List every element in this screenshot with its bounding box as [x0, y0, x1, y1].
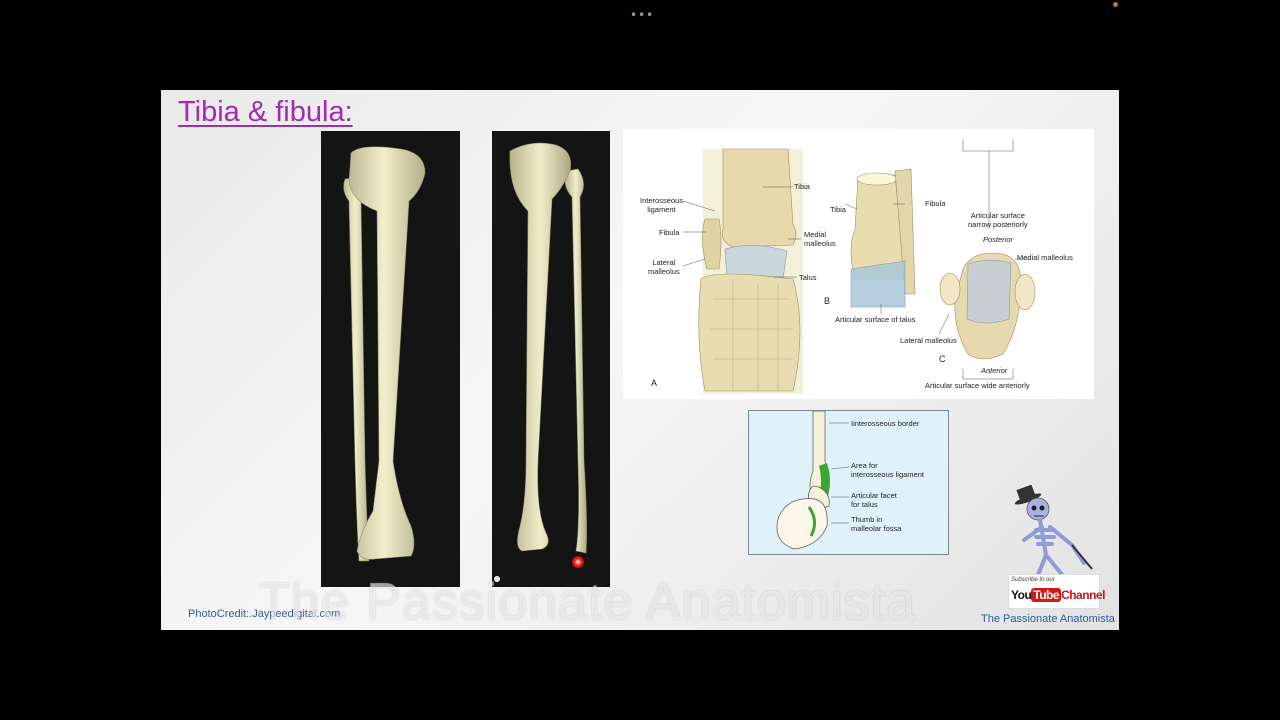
fibula-illustration: [776, 411, 850, 550]
label-lateral-malleolus-c: Lateral malleolus: [900, 336, 957, 345]
laser-pointer: [572, 556, 584, 568]
panel-label-a: A: [651, 378, 658, 388]
label-interosseous-ligament: Interosseous ligament: [640, 196, 683, 214]
youtube-tube: Tube: [1031, 588, 1062, 602]
ankle-illustration: [682, 139, 1036, 394]
status-dot: [1113, 2, 1118, 7]
subscribe-badge[interactable]: Subscribe to our You Tube Channel: [1008, 574, 1105, 609]
panel-label-c: C: [939, 354, 946, 364]
label-interosseous-border: Iinterosseous border: [851, 419, 920, 428]
label-tibia-b: Tibia: [830, 205, 846, 214]
label-articular-wide: Articular surface wide anteriorly: [925, 381, 1030, 390]
label-anterior: Anterior: [981, 366, 1008, 375]
more-options-icon[interactable]: •••: [630, 8, 654, 22]
youtube-you: You: [1011, 588, 1032, 602]
subscribe-text: Subscribe to our: [1011, 577, 1055, 583]
youtube-logo: You Tube Channel: [1011, 588, 1105, 602]
panel-label-b: B: [824, 296, 831, 306]
slide: Tibia & fibula: Tibia Interosseous ligam…: [161, 90, 1119, 630]
label-area-ligament: Area for interosseous ligament: [851, 461, 924, 479]
label-tibia-a: Tibia: [794, 182, 810, 191]
label-articular-facet: Articular facet for talus: [851, 491, 897, 509]
bone-illustration-posterior: [509, 142, 587, 554]
label-thumb-fossa: Thumb in malleolar fossa: [851, 515, 902, 533]
label-fibula-b: Fibula: [925, 199, 946, 208]
bone-illustration-anterior: [343, 146, 426, 562]
tibia-fibula-photo-posterior: [492, 131, 610, 587]
tibia-fibula-photo-anterior: [321, 131, 460, 587]
label-talus: Talus: [799, 273, 817, 282]
label-lateral-malleolus-a: Lateral malleolus: [648, 258, 680, 276]
youtube-channel: Channel: [1061, 588, 1105, 602]
label-medial-malleolus-c: Medial malleolus: [1017, 253, 1073, 262]
fibula-lower-end-diagram: Iinterosseous border Area for interosseo…: [748, 410, 949, 555]
channel-watermark: The Passionate Anatomista: [258, 573, 917, 631]
label-articular-narrow: Articular surface narrow posteriorly: [968, 211, 1028, 229]
label-fibula-a: Fibula: [659, 228, 680, 237]
video-frame: ••• Tibia & fibula: Tibia Interosseous l…: [0, 0, 1280, 720]
label-posterior: Posterior: [983, 235, 1014, 244]
label-medial-malleolus-a: Medial malleolus: [804, 230, 836, 248]
slide-title: Tibia & fibula:: [178, 96, 353, 128]
ankle-joint-diagram: Tibia Interosseous ligament Fibula Later…: [623, 129, 1094, 399]
channel-name: The Passionate Anatomista: [981, 613, 1115, 625]
label-articular-surface-talus: Articular surface of talus: [835, 315, 916, 324]
